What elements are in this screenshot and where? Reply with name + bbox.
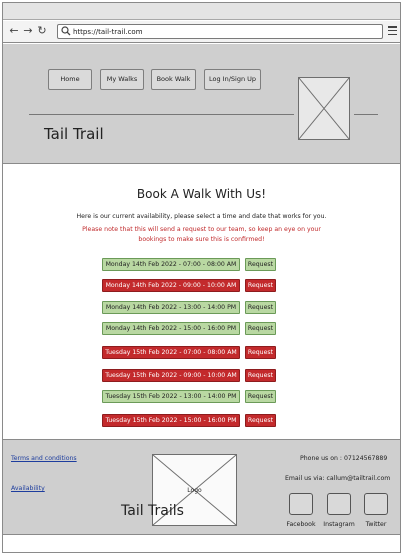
back-arrow-icon[interactable]: ← (8, 24, 20, 38)
time-slot-6[interactable]: Tuesday 15th Feb 2022 - 09:00 - 10:00 AM (102, 369, 240, 382)
time-slot-3[interactable]: Monday 14th Feb 2022 - 13:00 - 14:00 PM (102, 301, 240, 314)
booking-note-line-1: Please note that this will send a reques… (82, 226, 321, 233)
site-footer: Terms and conditions Availability Logo T… (3, 439, 400, 535)
request-button-2[interactable]: Request (245, 279, 276, 292)
header-divider (29, 114, 294, 115)
intro-text: Here is our current availability, please… (76, 213, 327, 220)
browser-toolbar: ← → ↻ https://tail-trail.com (3, 21, 400, 43)
site-header: Home My Walks Book Walk Log In/Sign Up T… (3, 44, 400, 164)
time-slot-4[interactable]: Monday 14th Feb 2022 - 15:00 - 16:00 PM (102, 322, 240, 335)
time-slot-1[interactable]: Monday 14th Feb 2022 - 07:00 - 08:00 AM (102, 258, 240, 271)
site-title: Tail Trail (44, 125, 104, 143)
address-url: https://tail-trail.com (73, 28, 143, 36)
nav-login-signup[interactable]: Log In/Sign Up (204, 69, 261, 90)
twitter-icon[interactable] (364, 493, 388, 515)
footer-title: Tail Trails (121, 503, 184, 519)
footer-phone: Phone us on : 07124567889 (300, 455, 388, 462)
nav-book-walk[interactable]: Book Walk (151, 69, 196, 90)
instagram-icon[interactable] (327, 493, 351, 515)
footer-email: Email us via: callum@tailtrail.com (285, 475, 391, 482)
time-slot-2[interactable]: Monday 14th Feb 2022 - 09:00 - 10:00 AM (102, 279, 240, 292)
request-button-1[interactable]: Request (245, 258, 276, 271)
facebook-label[interactable]: Facebook (281, 520, 321, 529)
address-bar[interactable]: https://tail-trail.com (57, 24, 383, 39)
request-button-6[interactable]: Request (245, 369, 276, 382)
request-button-3[interactable]: Request (245, 301, 276, 314)
nav-my-walks[interactable]: My Walks (100, 69, 144, 90)
request-button-4[interactable]: Request (245, 322, 276, 335)
time-slot-5[interactable]: Tuesday 15th Feb 2022 - 07:00 - 08:00 AM (102, 346, 240, 359)
time-slot-7[interactable]: Tuesday 15th Feb 2022 - 13:00 - 14:00 PM (102, 390, 240, 403)
instagram-label[interactable]: Instagram (319, 520, 359, 529)
booking-note-line-2: bookings to make sure this is confirmed! (138, 236, 265, 243)
page-heading: Book A Walk With Us! (136, 187, 267, 201)
refresh-icon[interactable]: ↻ (36, 24, 48, 38)
forward-arrow-icon[interactable]: → (22, 24, 34, 38)
twitter-label[interactable]: Twitter (356, 520, 396, 529)
hamburger-menu-icon[interactable] (388, 26, 397, 36)
request-button-5[interactable]: Request (245, 346, 276, 359)
nav-home[interactable]: Home (48, 69, 92, 90)
request-button-8[interactable]: Request (245, 414, 276, 427)
time-slot-8[interactable]: Tuesday 15th Feb 2022 - 15:00 - 16:00 PM (102, 414, 240, 427)
search-icon (61, 26, 71, 36)
header-image-placeholder (298, 77, 350, 140)
header-divider-right (354, 114, 378, 115)
logo-label: Logo (187, 487, 202, 495)
request-button-7[interactable]: Request (245, 390, 276, 403)
availability-link[interactable]: Availability (11, 484, 45, 493)
booking-note: Please note that this will send a reques… (63, 225, 340, 245)
terms-link[interactable]: Terms and conditions (11, 454, 77, 463)
wireframe-window: ← → ↻ https://tail-trail.com Home My Wal… (2, 2, 401, 553)
facebook-icon[interactable] (289, 493, 313, 515)
browser-titlebar (3, 3, 400, 20)
